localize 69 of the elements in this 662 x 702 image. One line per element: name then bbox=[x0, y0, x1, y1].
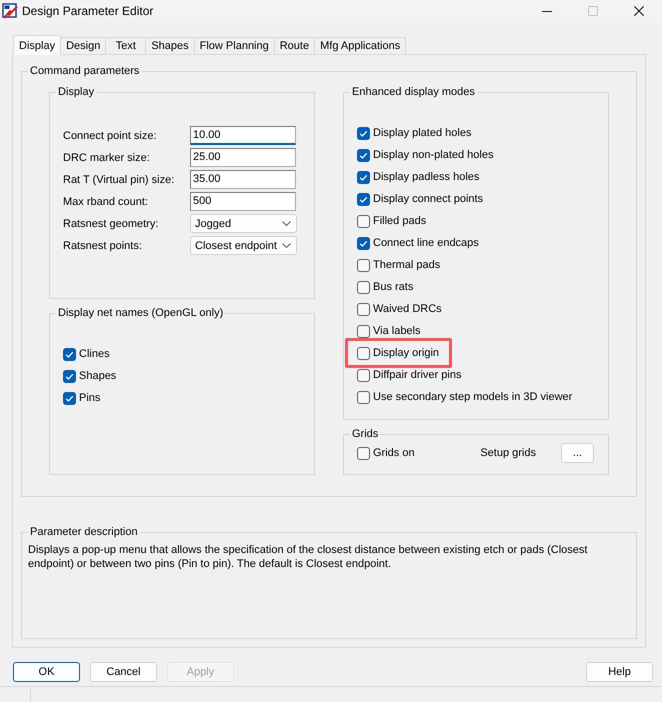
field-label: Connect point size: bbox=[63, 128, 158, 142]
checkbox[interactable] bbox=[63, 348, 76, 360]
checkbox-label[interactable]: Display origin bbox=[373, 346, 440, 360]
text-field[interactable]: 10.00 bbox=[190, 126, 296, 145]
checkbox-label[interactable]: Use secondary step models in 3D viewer bbox=[373, 390, 572, 404]
checkbox[interactable] bbox=[357, 192, 370, 206]
checkbox[interactable] bbox=[357, 346, 370, 360]
checkbox[interactable] bbox=[357, 368, 370, 382]
checkbox[interactable] bbox=[357, 302, 370, 316]
checkbox[interactable] bbox=[357, 280, 370, 294]
checkbox-label[interactable]: Clines bbox=[79, 347, 110, 361]
checkbox[interactable] bbox=[357, 446, 370, 460]
chevron-icon bbox=[282, 221, 291, 226]
checkbox[interactable] bbox=[63, 392, 76, 404]
text-field[interactable]: 35.00 bbox=[190, 170, 296, 189]
window-title: Design Parameter Editor bbox=[22, 3, 154, 19]
checkbox[interactable] bbox=[357, 170, 370, 184]
text-field[interactable]: 25.00 bbox=[190, 148, 296, 167]
close-icon bbox=[634, 6, 644, 16]
field-label: Ratsnest geometry: bbox=[63, 216, 160, 230]
checkbox-label[interactable]: Display non-plated holes bbox=[373, 148, 494, 162]
tab[interactable]: Design bbox=[60, 37, 106, 54]
field-label: Ratsnest points: bbox=[63, 238, 143, 252]
checkbox[interactable] bbox=[357, 390, 370, 404]
group-title: Grids bbox=[351, 427, 380, 441]
tab[interactable]: Display bbox=[13, 35, 62, 55]
checkbox[interactable] bbox=[357, 148, 370, 162]
checkbox-label[interactable]: Display connect points bbox=[373, 192, 484, 206]
group-title: Command parameters bbox=[29, 64, 140, 78]
field-label: Rat T (Virtual pin) size: bbox=[63, 172, 176, 186]
group-title: Enhanced display modes bbox=[351, 85, 476, 99]
checkbox[interactable] bbox=[357, 324, 370, 338]
field-label: Setup grids bbox=[480, 446, 536, 460]
chevron-icon bbox=[282, 243, 291, 248]
tab[interactable]: Flow Planning bbox=[194, 37, 275, 54]
text-field[interactable]: 500 bbox=[190, 192, 296, 211]
checkbox-label[interactable]: Connect line endcaps bbox=[373, 236, 479, 250]
checkbox-label[interactable]: Filled pads bbox=[373, 214, 426, 228]
help-button[interactable]: Help bbox=[586, 662, 653, 682]
dialog-button[interactable]: OK bbox=[13, 662, 80, 682]
checkbox-label[interactable]: Bus rats bbox=[373, 280, 414, 294]
checkbox-label[interactable]: Display padless holes bbox=[373, 170, 480, 184]
checkbox-label[interactable]: Thermal pads bbox=[373, 258, 440, 272]
dialog-button[interactable]: Cancel bbox=[90, 662, 157, 682]
tab[interactable]: Mfg Applications bbox=[314, 37, 406, 54]
setup-grids-button[interactable]: ... bbox=[561, 443, 594, 463]
checkbox-label[interactable]: Shapes bbox=[79, 369, 116, 383]
group-title: Display net names (OpenGL only) bbox=[57, 306, 224, 320]
field-label: DRC marker size: bbox=[63, 150, 151, 164]
dropdown[interactable]: Closest endpoint bbox=[190, 236, 297, 255]
checkbox[interactable] bbox=[357, 236, 370, 250]
checkbox[interactable] bbox=[63, 370, 76, 382]
dropdown[interactable]: Jogged bbox=[190, 214, 297, 233]
checkbox-label[interactable]: Diffpair driver pins bbox=[373, 368, 462, 382]
checkbox-label[interactable]: Grids on bbox=[373, 446, 415, 460]
checkbox-label[interactable]: Display plated holes bbox=[373, 126, 472, 140]
checkbox-label[interactable]: Via labels bbox=[373, 324, 420, 338]
checkbox[interactable] bbox=[357, 258, 370, 272]
checkbox[interactable] bbox=[357, 214, 370, 228]
checkbox[interactable] bbox=[357, 126, 370, 140]
checkbox-label[interactable]: Pins bbox=[79, 391, 100, 405]
field-label: Max rband count: bbox=[63, 194, 149, 208]
group-title: Display bbox=[57, 85, 96, 99]
checkbox-label[interactable]: Waived DRCs bbox=[373, 302, 442, 316]
group-title: Parameter description bbox=[29, 525, 139, 539]
description-text: Displays a pop-up menu that allows the specification of the closest distance between existing etch or pads (Closest endpoint) or between two pins (Pin to pin). The default is Closest endpoint. bbox=[27, 543, 588, 571]
minimize-icon bbox=[542, 10, 552, 12]
tab[interactable]: Shapes bbox=[145, 37, 195, 54]
maximize-icon bbox=[588, 6, 598, 16]
